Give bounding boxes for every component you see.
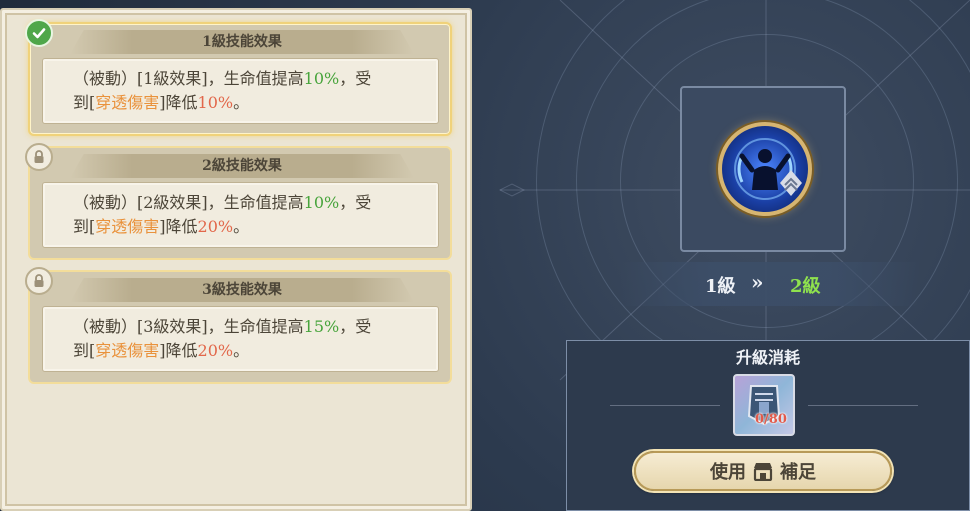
text: ，受 [339,317,372,336]
hp-bonus-value: 10% [303,69,340,88]
upgrade-cost-title: 升級消耗 [735,348,800,367]
divider-right [808,405,918,406]
text: 到[ [73,341,96,360]
damage-reduction-value: 20% [197,217,234,236]
text: ，受 [339,69,372,88]
text: （被動）[2級效果]，生命值提高 [73,193,304,212]
description-line-1: （被動）[3級效果]，生命值提高15%，受 [73,315,408,339]
text: 。 [233,341,250,360]
damage-reduction-value: 10% [197,93,234,112]
check-icon [25,19,53,47]
rank-up-chevron-icon [780,170,802,196]
text: ，受 [339,193,372,212]
next-level: 2級 [790,276,821,297]
description-line-2: 到[穿透傷害]降低20%。 [73,215,408,239]
hp-bonus-value: 10% [303,193,340,212]
card-description: （被動）[1級效果]，生命值提高10%，受 到[穿透傷害]降低10%。 [42,58,439,124]
text: （被動）[3級效果]，生命值提高 [73,317,304,336]
card-title: 2級技能效果 [70,154,414,178]
divider-left [610,405,720,406]
text: 到[ [73,217,96,236]
keyword-pierce-damage[interactable]: 穿透傷害 [95,93,159,112]
text: ]降低 [159,93,198,112]
lock-icon [25,267,53,295]
description-line-2: 到[穿透傷害]降低20%。 [73,339,408,363]
damage-reduction-value: 20% [197,341,234,360]
skill-level-1-card: 1級技能效果 （被動）[1級效果]，生命值提高10%，受 到[穿透傷害]降低10… [25,19,452,136]
card-description: （被動）[2級效果]，生命值提高10%，受 到[穿透傷害]降低20%。 [42,182,439,248]
description-line-1: （被動）[2級效果]，生命值提高10%，受 [73,191,408,215]
text: 。 [233,93,250,112]
skill-effects-panel: 1級技能效果 （被動）[1級效果]，生命值提高10%，受 到[穿透傷害]降低10… [0,8,472,511]
card-title: 1級技能效果 [70,30,414,54]
text: （被動）[1級效果]，生命值提高 [73,69,304,88]
level-change-bar [620,262,920,306]
text: 。 [233,217,250,236]
button-label-replenish: 補足 [780,462,816,483]
lock-icon [25,143,53,171]
skill-level-2-card: 2級技能效果 （被動）[2級效果]，生命值提高10%，受 到[穿透傷害]降低20… [25,143,452,260]
item-count: 0/80 [755,412,787,427]
card-title: 3級技能效果 [70,278,414,302]
card-description: （被動）[3級效果]，生命值提高15%，受 到[穿透傷害]降低20%。 [42,306,439,372]
skill-level-3-card: 3級技能效果 （被動）[3級效果]，生命值提高15%，受 到[穿透傷害]降低20… [25,267,452,384]
button-label-use: 使用 [710,462,746,483]
description-line-1: （被動）[1級效果]，生命值提高10%，受 [73,67,408,91]
keyword-pierce-damage[interactable]: 穿透傷害 [95,217,159,236]
text: 到[ [73,93,96,112]
double-arrow-icon: » [751,270,763,294]
shop-icon [753,463,773,481]
description-line-2: 到[穿透傷害]降低10%。 [73,91,408,115]
current-level: 1級 [705,276,736,297]
hp-bonus-value: 15% [303,317,340,336]
use-replenish-button[interactable]: 使用 補足 [634,451,892,491]
passive-skill-icon[interactable] [718,122,812,216]
text: ]降低 [159,341,198,360]
keyword-pierce-damage[interactable]: 穿透傷害 [95,341,159,360]
text: ]降低 [159,217,198,236]
